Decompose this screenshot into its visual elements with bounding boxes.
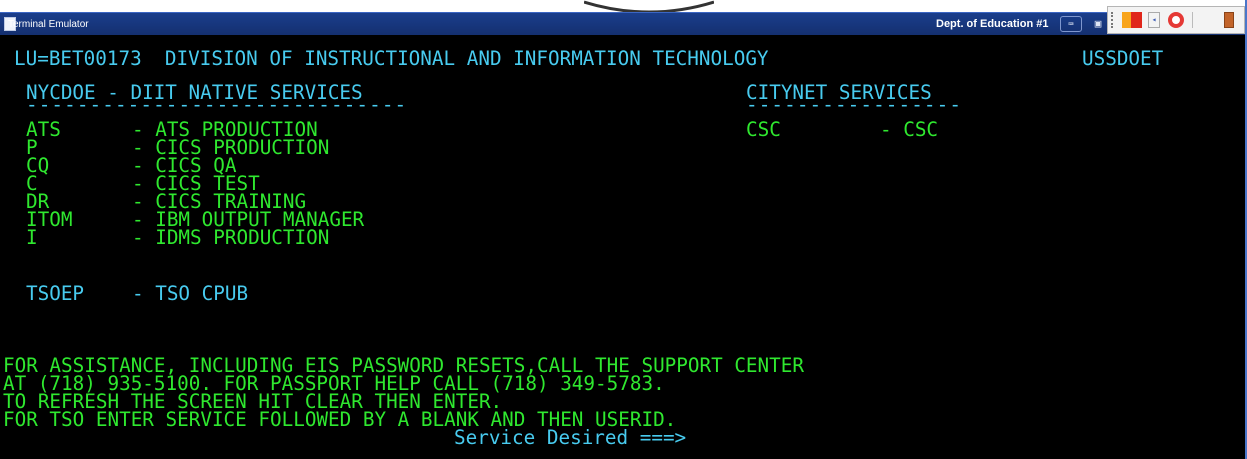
service-code: CSC (746, 118, 781, 141)
service-description: - TSO CPUB (132, 282, 249, 305)
header-right: USSDOET (1082, 47, 1164, 70)
native-services-underline: ------------------------------ (26, 93, 408, 116)
service-desired-input[interactable] (770, 429, 1070, 447)
window-title: Terminal Emulator (8, 19, 89, 30)
toolbar-divider (1192, 12, 1193, 28)
floating-toolbar: ◂ (1107, 6, 1245, 34)
arrow-left-icon[interactable]: ◂ (1148, 12, 1160, 28)
lifebuoy-icon[interactable] (1168, 12, 1184, 28)
title-bar: Terminal Emulator Dept. of Education #1 … (0, 12, 1245, 36)
header-left: LU=BET00173 DIVISION OF INSTRUCTIONAL AN… (14, 47, 769, 70)
service-desired-prompt: Service Desired ===> (454, 426, 687, 449)
drag-handle-icon[interactable] (1111, 12, 1119, 28)
terminal-screen[interactable]: LU=BET00173 DIVISION OF INSTRUCTIONAL AN… (0, 35, 1245, 459)
session-name: Dept. of Education #1 (936, 18, 1049, 30)
service-description: - IDMS PRODUCTION (132, 226, 330, 249)
citynet-services-underline: ----------------- (746, 93, 963, 116)
service-code: TSOEP (26, 282, 85, 305)
exit-door-icon[interactable] (1224, 12, 1234, 28)
flag-icon[interactable] (1122, 12, 1142, 28)
keyboard-icon[interactable]: ⌨ (1060, 16, 1082, 32)
service-code: I (26, 226, 38, 249)
print-icon[interactable]: ▣ (1088, 16, 1108, 32)
service-description: - CSC (880, 118, 939, 141)
